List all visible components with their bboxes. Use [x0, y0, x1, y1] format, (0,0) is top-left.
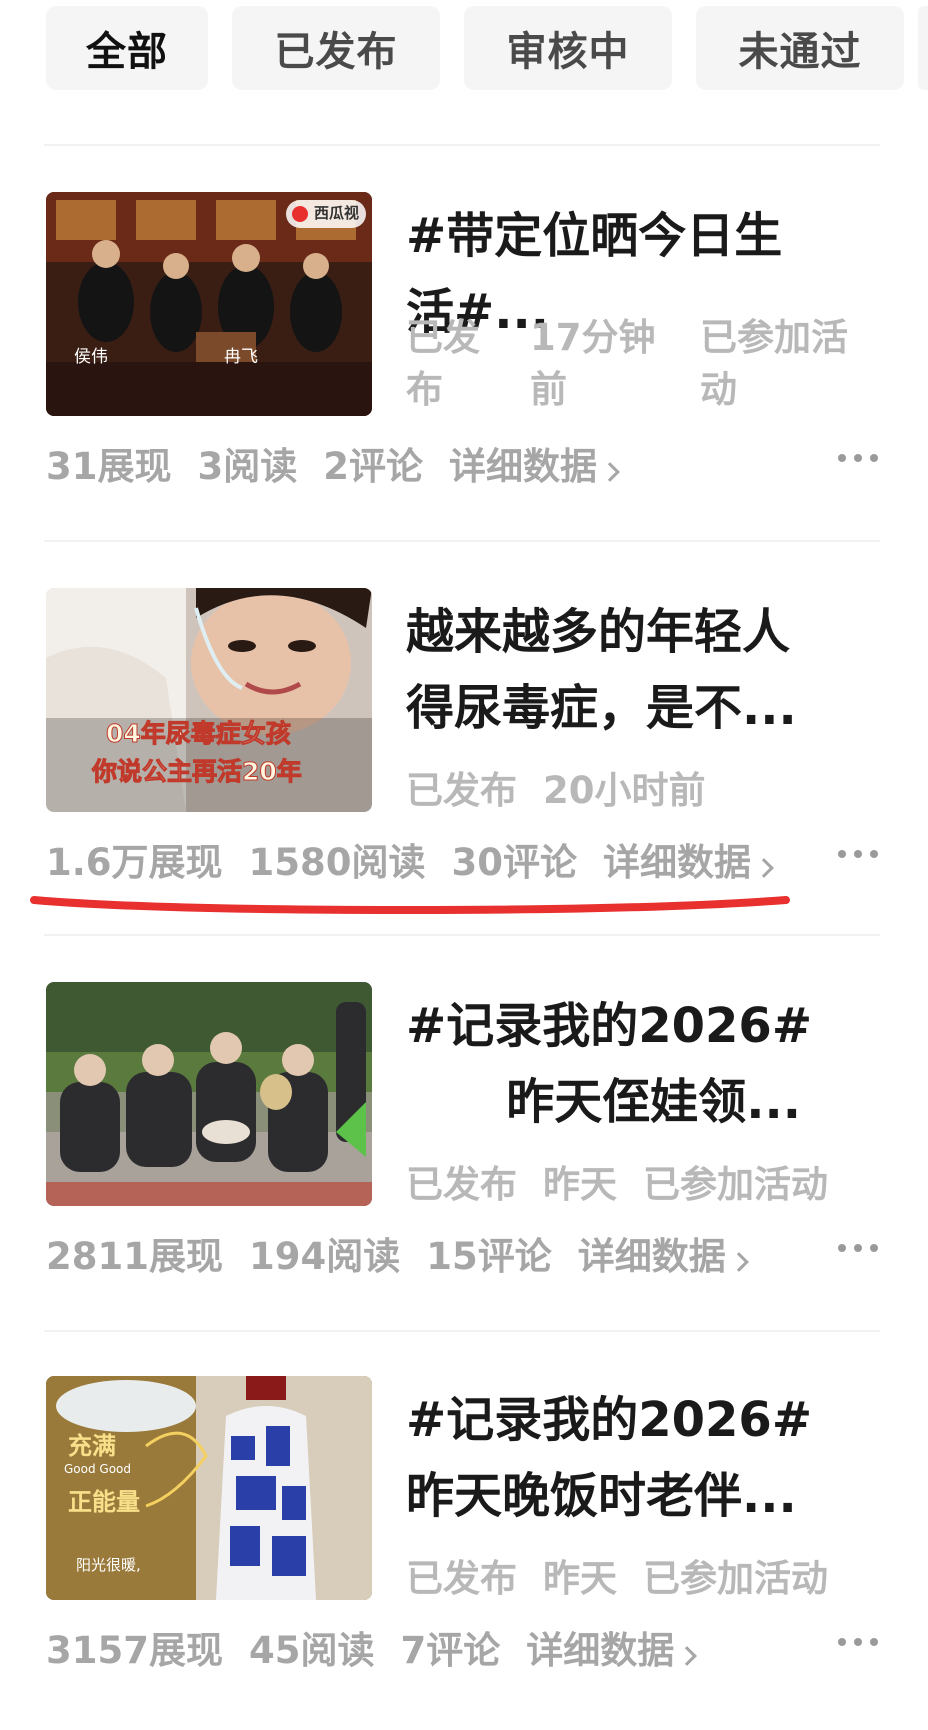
post-meta: 已发布 昨天 已参加活动	[406, 1154, 854, 1208]
post-title[interactable]: #记录我的2026# 昨天晚饭时老伴...	[406, 1382, 866, 1534]
post-meta: 已发布 20小时前	[406, 760, 732, 814]
detail-data-link[interactable]: 详细数据	[449, 436, 620, 490]
caption-right: 冉飞	[224, 347, 258, 367]
orchestra-photo	[46, 192, 372, 416]
post-thumbnail[interactable]: 充满 Good Good 正能量 阳光很暖,	[46, 1376, 372, 1600]
post-time: 昨天	[543, 1163, 617, 1206]
post-item[interactable]: 04年尿毒症女孩 你说公主再活20年 越来越多的年轻人 得尿毒症，是不... 已…	[0, 588, 928, 888]
thumbnail-caption: 你说公主再活20年	[92, 757, 303, 787]
tab-rejected[interactable]: 未通过	[696, 6, 904, 90]
chevron-right-icon	[600, 462, 620, 482]
tab-overflow[interactable]	[918, 6, 928, 90]
post-title[interactable]: #记录我的2026# 昨天侄娃领...	[406, 988, 866, 1140]
caption-left: 侯伟	[74, 347, 108, 367]
detail-data-link[interactable]: 详细数据	[578, 1226, 749, 1280]
divider	[44, 934, 880, 936]
thumbnail-caption: 正能量	[68, 1488, 140, 1516]
thumbnail-watermark: 西瓜视	[314, 204, 360, 222]
more-options-icon[interactable]	[838, 850, 878, 858]
more-options-icon[interactable]	[838, 1244, 878, 1252]
status-label: 已发布	[406, 769, 517, 812]
more-options-icon[interactable]	[838, 1638, 878, 1646]
detail-data-link[interactable]: 详细数据	[603, 832, 774, 886]
post-thumbnail[interactable]: 04年尿毒症女孩 你说公主再活20年	[46, 588, 372, 812]
tab-all[interactable]: 全部	[46, 6, 208, 90]
status-filter-tabs: 全部 已发布 审核中 未通过	[0, 0, 928, 100]
red-underline-annotation	[30, 896, 790, 915]
status-label: 已发布	[406, 1557, 517, 1600]
post-time: 20小时前	[543, 769, 706, 812]
post-stats: 1.6万展现 1580阅读 30评论 详细数据	[46, 832, 774, 886]
chevron-right-icon	[728, 1252, 749, 1272]
post-time: 昨天	[543, 1557, 617, 1600]
post-item[interactable]: 充满 Good Good 正能量 阳光很暖, #记录我的2026# 昨天晚饭时老…	[0, 1376, 928, 1676]
detail-data-link[interactable]: 详细数据	[526, 1620, 698, 1674]
reads: 1580阅读	[248, 841, 426, 884]
post-meta: 已发布 昨天 已参加活动	[406, 1548, 854, 1602]
post-stats: 3157展现 45阅读 7评论 详细数据	[46, 1620, 698, 1674]
activity-label: 已参加活动	[643, 1557, 828, 1600]
impressions: 31展现	[46, 445, 172, 488]
chevron-right-icon	[677, 1646, 698, 1666]
status-label: 已发布	[406, 1163, 517, 1206]
post-title[interactable]: 越来越多的年轻人 得尿毒症，是不...	[406, 594, 866, 746]
divider	[44, 1330, 880, 1332]
post-item[interactable]: #记录我的2026# 昨天侄娃领... 已发布 昨天 已参加活动 2811展现 …	[0, 982, 928, 1282]
impressions: 3157展现	[46, 1629, 223, 1672]
impressions: 2811展现	[46, 1235, 223, 1278]
activity-label: 已参加活动	[643, 1163, 828, 1206]
post-thumbnail[interactable]: 西瓜视 侯伟 冉飞	[46, 192, 372, 416]
post-stats: 2811展现 194阅读 15评论 详细数据	[46, 1226, 749, 1280]
divider	[44, 540, 880, 542]
chevron-right-icon	[754, 858, 774, 878]
impressions: 1.6万展现	[46, 841, 223, 884]
post-meta: 已发 布 17分钟 前 已参加活 动	[406, 316, 848, 411]
divider	[44, 144, 880, 146]
comments: 15评论	[426, 1235, 552, 1278]
post-stats: 31展现 3阅读 2评论 详细数据	[46, 436, 620, 490]
reads: 3阅读	[197, 445, 298, 488]
reads: 45阅读	[248, 1629, 375, 1672]
comments: 2评论	[323, 445, 423, 488]
elderly-musicians-photo	[46, 982, 372, 1206]
comments: 30评论	[451, 841, 578, 884]
thumbnail-caption: 充满	[68, 1432, 116, 1460]
post-item[interactable]: 西瓜视 侯伟 冉飞 #带定位晒今日生 活#... 已发 布 17分钟 前 已参加…	[0, 192, 928, 492]
reads: 194阅读	[248, 1235, 401, 1278]
thumbnail-caption: 阳光很暖,	[76, 1556, 141, 1574]
thumbnail-caption: Good Good	[64, 1462, 132, 1476]
post-thumbnail[interactable]	[46, 982, 372, 1206]
tab-published[interactable]: 已发布	[232, 6, 440, 90]
comments: 7评论	[400, 1629, 501, 1672]
tab-under-review[interactable]: 审核中	[464, 6, 672, 90]
more-options-icon[interactable]	[838, 454, 878, 462]
thumbnail-caption: 04年尿毒症女孩	[106, 719, 292, 749]
